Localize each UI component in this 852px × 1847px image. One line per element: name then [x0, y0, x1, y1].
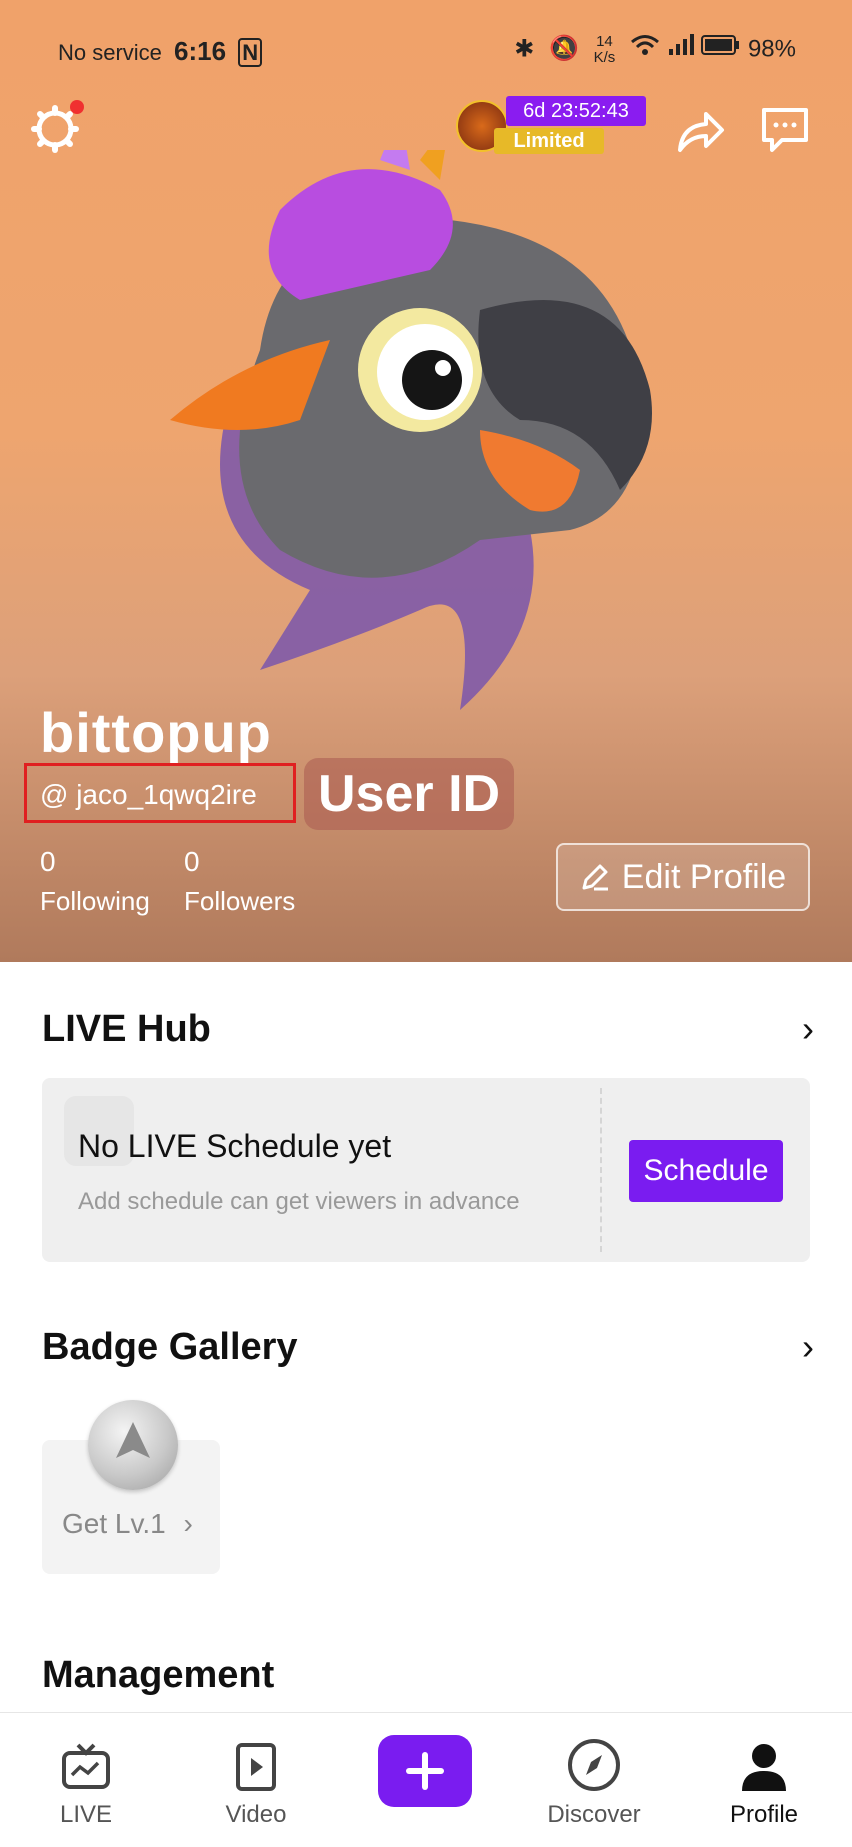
share-arrow-icon [678, 112, 724, 152]
video-icon [236, 1743, 276, 1791]
pencil-icon [582, 864, 608, 891]
live-hub-title[interactable]: LIVE Hub [42, 1008, 211, 1051]
tab-video[interactable]: Video [186, 1713, 326, 1829]
settings-button[interactable] [30, 100, 84, 154]
tab-video-label: Video [225, 1801, 287, 1828]
user-handle[interactable]: @ jaco_1qwq2ire [40, 779, 257, 811]
tab-profile[interactable]: Profile [694, 1713, 834, 1829]
profile-header: No service 6:16 N ✱ 🔕 14 K/s 98% 6d 23:5… [0, 0, 852, 962]
edit-profile-label: Edit Profile [621, 857, 787, 896]
tab-discover-label: Discover [547, 1801, 641, 1828]
plus-icon [406, 1752, 444, 1790]
share-button[interactable] [676, 108, 726, 154]
schedule-button[interactable]: Schedule [629, 1140, 783, 1202]
following-count: 0 [40, 846, 56, 877]
bottom-tab-bar: LIVE Video Discover Profile [0, 1712, 852, 1847]
compass-icon [568, 1739, 620, 1791]
notification-dot [70, 100, 84, 114]
battery-icon [701, 35, 748, 62]
offer-timer: 6d 23:52:43 [506, 96, 646, 126]
tab-live-label: LIVE [59, 1801, 113, 1828]
following-stat[interactable]: 0 Following [40, 846, 150, 917]
card-divider [600, 1088, 602, 1252]
wifi-icon [630, 35, 667, 62]
badge-gallery-title[interactable]: Badge Gallery [42, 1326, 298, 1369]
live-schedule-card: No LIVE Schedule yet Add schedule can ge… [42, 1078, 810, 1262]
carrier-text: No service [58, 40, 162, 65]
badge-gallery-chevron-icon[interactable]: › [802, 1326, 814, 1368]
following-label: Following [40, 886, 150, 916]
status-bar: No service 6:16 N ✱ 🔕 14 K/s 98% [0, 30, 852, 70]
chevron-right-icon: › [183, 1508, 193, 1539]
message-icon [762, 108, 808, 152]
followers-label: Followers [184, 886, 296, 916]
tab-live[interactable]: LIVE [16, 1713, 156, 1829]
edit-profile-button[interactable]: Edit Profile [556, 843, 810, 911]
create-button[interactable] [378, 1735, 472, 1807]
messages-button[interactable] [760, 106, 810, 154]
parrot-avatar-image [170, 150, 652, 710]
live-hub-chevron-icon[interactable]: › [802, 1008, 814, 1050]
bluetooth-icon: ✱ [514, 35, 535, 63]
network-speed: 14 K/s [593, 33, 616, 66]
management-title: Management [42, 1654, 275, 1696]
followers-count: 0 [184, 846, 200, 877]
nfc-icon: N [238, 38, 263, 67]
schedule-hint: Add schedule can get viewers in advance [78, 1188, 520, 1215]
badge-label[interactable]: Get Lv.1 › [62, 1508, 193, 1540]
user-id-annotation: User ID [304, 758, 515, 830]
clock: 6:16 [174, 36, 227, 66]
schedule-empty-title: No LIVE Schedule yet [78, 1128, 392, 1164]
battery-percent: 98% [747, 35, 796, 63]
person-icon [742, 1744, 786, 1791]
live-tv-icon [62, 1743, 110, 1789]
limited-offer-button[interactable]: 6d 23:52:43 Limited [456, 96, 652, 158]
tab-discover[interactable]: Discover [524, 1713, 664, 1829]
username: bittopup [40, 701, 272, 764]
level-badge-icon [88, 1400, 178, 1490]
followers-stat[interactable]: 0 Followers [184, 846, 295, 917]
mute-icon: 🔕 [549, 35, 579, 63]
tab-profile-label: Profile [729, 1801, 799, 1828]
signal-icon [667, 34, 702, 62]
